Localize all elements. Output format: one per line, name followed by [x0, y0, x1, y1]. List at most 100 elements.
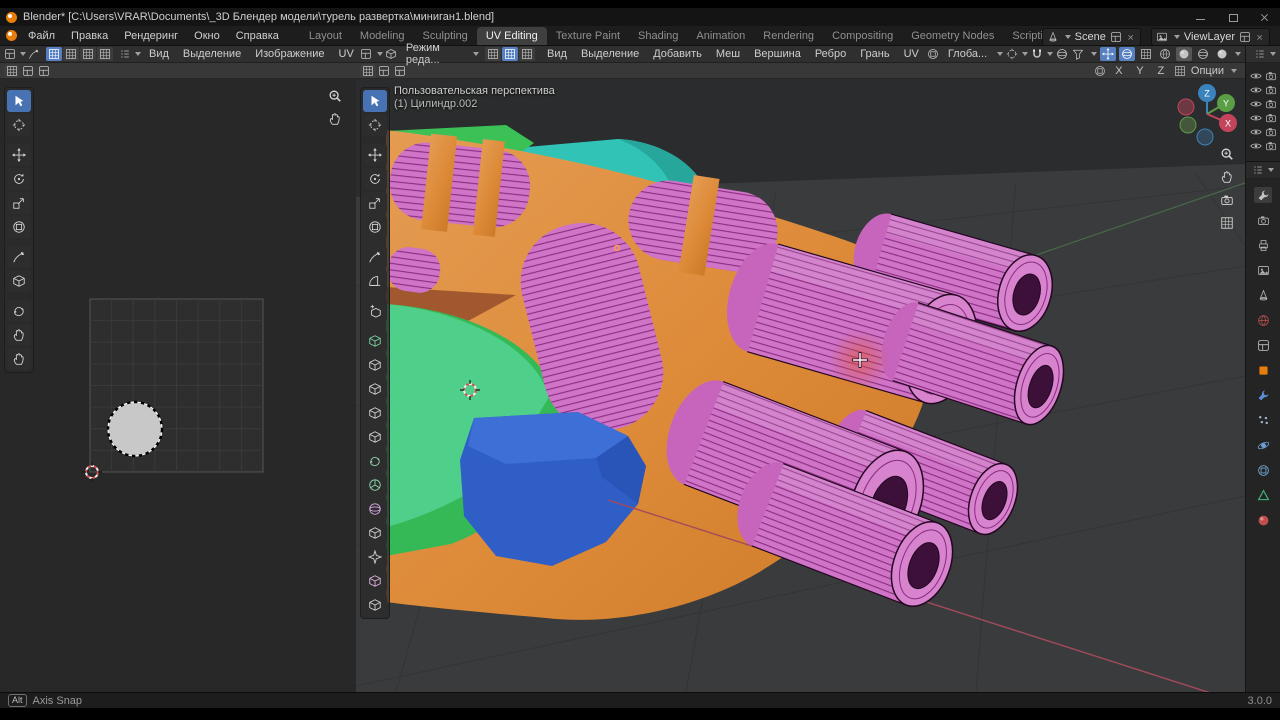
properties-tab-data-icon[interactable] [1254, 487, 1272, 503]
tab-uv-editing[interactable]: UV Editing [477, 27, 547, 45]
properties-filter-icon[interactable] [1252, 164, 1264, 176]
remove-view-layer-icon[interactable] [1257, 34, 1264, 41]
uv-tool-select-box[interactable] [7, 90, 31, 112]
outliner-row[interactable] [1246, 97, 1280, 111]
scene-selector[interactable]: Scene [1042, 28, 1141, 46]
properties-tab-output-icon[interactable] [1254, 237, 1272, 253]
mirror-z-toggle[interactable]: Z [1153, 64, 1169, 78]
blender-menu-icon[interactable] [6, 30, 17, 41]
shading-wireframe-icon[interactable] [1157, 47, 1173, 61]
camera-view-icon[interactable] [1220, 193, 1234, 207]
gizmo-axis-z-neg[interactable] [1197, 129, 1213, 145]
unlink-scene-icon[interactable] [1127, 34, 1134, 41]
tab-geometry-nodes[interactable]: Geometry Nodes [902, 27, 1003, 45]
options-dropdown[interactable]: Опции [1191, 65, 1224, 77]
tool-extrude-region[interactable] [363, 330, 387, 352]
uv-island-circle[interactable] [108, 402, 162, 456]
tab-texture-paint[interactable]: Texture Paint [547, 27, 629, 45]
tab-layout[interactable]: Layout [300, 27, 351, 45]
uv-menu-image[interactable]: Изображение [249, 47, 330, 61]
eye-icon[interactable] [1250, 98, 1262, 110]
tool-add-cube[interactable] [363, 300, 387, 322]
gizmo-axis-x-neg[interactable] [1178, 99, 1194, 115]
outliner-row[interactable] [1246, 83, 1280, 97]
uv-menu[interactable]: UV [898, 47, 925, 61]
properties-tab-material-icon[interactable] [1254, 512, 1272, 528]
tool-spin[interactable] [363, 474, 387, 496]
pan-hand-icon[interactable] [1220, 170, 1234, 184]
menu-file[interactable]: Файл [21, 28, 62, 44]
eye-icon[interactable] [1250, 112, 1262, 124]
transform-orientation-dropdown[interactable]: Глоба... [942, 47, 993, 61]
mesh-menu[interactable]: Меш [710, 47, 746, 61]
uv-select-face-button[interactable] [80, 47, 96, 61]
tool-shear[interactable] [363, 570, 387, 592]
eye-icon[interactable] [1250, 140, 1262, 152]
menu-render[interactable]: Рендеринг [117, 28, 185, 44]
mode-icon[interactable] [385, 47, 398, 61]
properties-tab-modifiers-icon[interactable] [1254, 387, 1272, 403]
outliner-row[interactable] [1246, 69, 1280, 83]
shading-material-icon[interactable] [1195, 47, 1211, 61]
camera-visibility-icon[interactable] [1265, 98, 1277, 110]
new-scene-icon[interactable] [1110, 31, 1122, 43]
uv-editor-type-icon[interactable] [4, 47, 16, 61]
snap-magnet-icon[interactable] [1030, 47, 1043, 61]
properties-tab-constraints-icon[interactable] [1254, 462, 1272, 478]
properties-tab-physics-icon[interactable] [1254, 437, 1272, 453]
properties-tab-tool-icon[interactable] [1254, 187, 1272, 203]
transform-orientation-icon[interactable] [927, 47, 940, 61]
select-face-button[interactable] [519, 47, 535, 61]
menu-window[interactable]: Окно [187, 28, 227, 44]
outliner-filter-icon[interactable] [1254, 48, 1266, 60]
select-vertex-button[interactable] [485, 47, 501, 61]
tool-transform[interactable] [363, 216, 387, 238]
outliner-row[interactable] [1246, 125, 1280, 139]
tool-rip-region[interactable] [363, 594, 387, 616]
gizmo-axis-y-neg[interactable] [1180, 117, 1196, 133]
select-menu[interactable]: Выделение [575, 47, 645, 61]
maximize-icon[interactable] [1228, 12, 1238, 22]
tool-select-box[interactable] [363, 90, 387, 112]
tool-measure[interactable] [363, 270, 387, 292]
uv-tool-move[interactable] [7, 144, 31, 166]
minimize-icon[interactable] [1196, 12, 1206, 22]
tool-knife[interactable] [363, 426, 387, 448]
correct-face-attributes-icon[interactable] [1174, 65, 1186, 77]
camera-visibility-icon[interactable] [1265, 112, 1277, 124]
properties-tab-object-icon[interactable] [1254, 362, 1272, 378]
uv-canvas[interactable] [0, 79, 356, 692]
uv-toolsetting-icon[interactable] [36, 64, 52, 78]
mode-dropdown[interactable]: Режим реда... [400, 41, 469, 67]
tool-setting-icon[interactable] [360, 64, 376, 78]
camera-visibility-icon[interactable] [1265, 140, 1277, 152]
uv-sync-selection-icon[interactable] [28, 47, 40, 61]
select-edge-button[interactable] [502, 47, 518, 61]
object-visibility-icon[interactable] [1070, 47, 1086, 61]
tool-inset-faces[interactable] [363, 354, 387, 376]
uv-select-edge-button[interactable] [63, 47, 79, 61]
mirror-y-toggle[interactable]: Y [1132, 64, 1148, 78]
tool-scale[interactable] [363, 192, 387, 214]
menu-help[interactable]: Справка [229, 28, 286, 44]
uv-tool-transform[interactable] [7, 216, 31, 238]
edge-menu[interactable]: Ребро [809, 47, 852, 61]
uv-menu-view[interactable]: Вид [143, 47, 175, 61]
tab-rendering[interactable]: Rendering [754, 27, 823, 45]
properties-tab-world-icon[interactable] [1254, 312, 1272, 328]
outliner-row[interactable] [1246, 139, 1280, 153]
shading-rendered-icon[interactable] [1214, 47, 1230, 61]
tool-setting-icon[interactable] [376, 64, 392, 78]
uv-select-vertex-button[interactable] [46, 47, 62, 61]
properties-tab-collection-icon[interactable] [1254, 337, 1272, 353]
uv-tool-relax[interactable] [7, 348, 31, 370]
menu-edit[interactable]: Правка [64, 28, 115, 44]
tool-poly-build[interactable] [363, 450, 387, 472]
uv-menu-select[interactable]: Выделение [177, 47, 247, 61]
add-menu[interactable]: Добавить [647, 47, 708, 61]
eye-icon[interactable] [1250, 84, 1262, 96]
tab-shading[interactable]: Shading [629, 27, 687, 45]
properties-tab-render-icon[interactable] [1254, 212, 1272, 228]
uv-tool-annotate[interactable] [7, 246, 31, 268]
proportional-edit-icon[interactable] [1055, 47, 1068, 61]
